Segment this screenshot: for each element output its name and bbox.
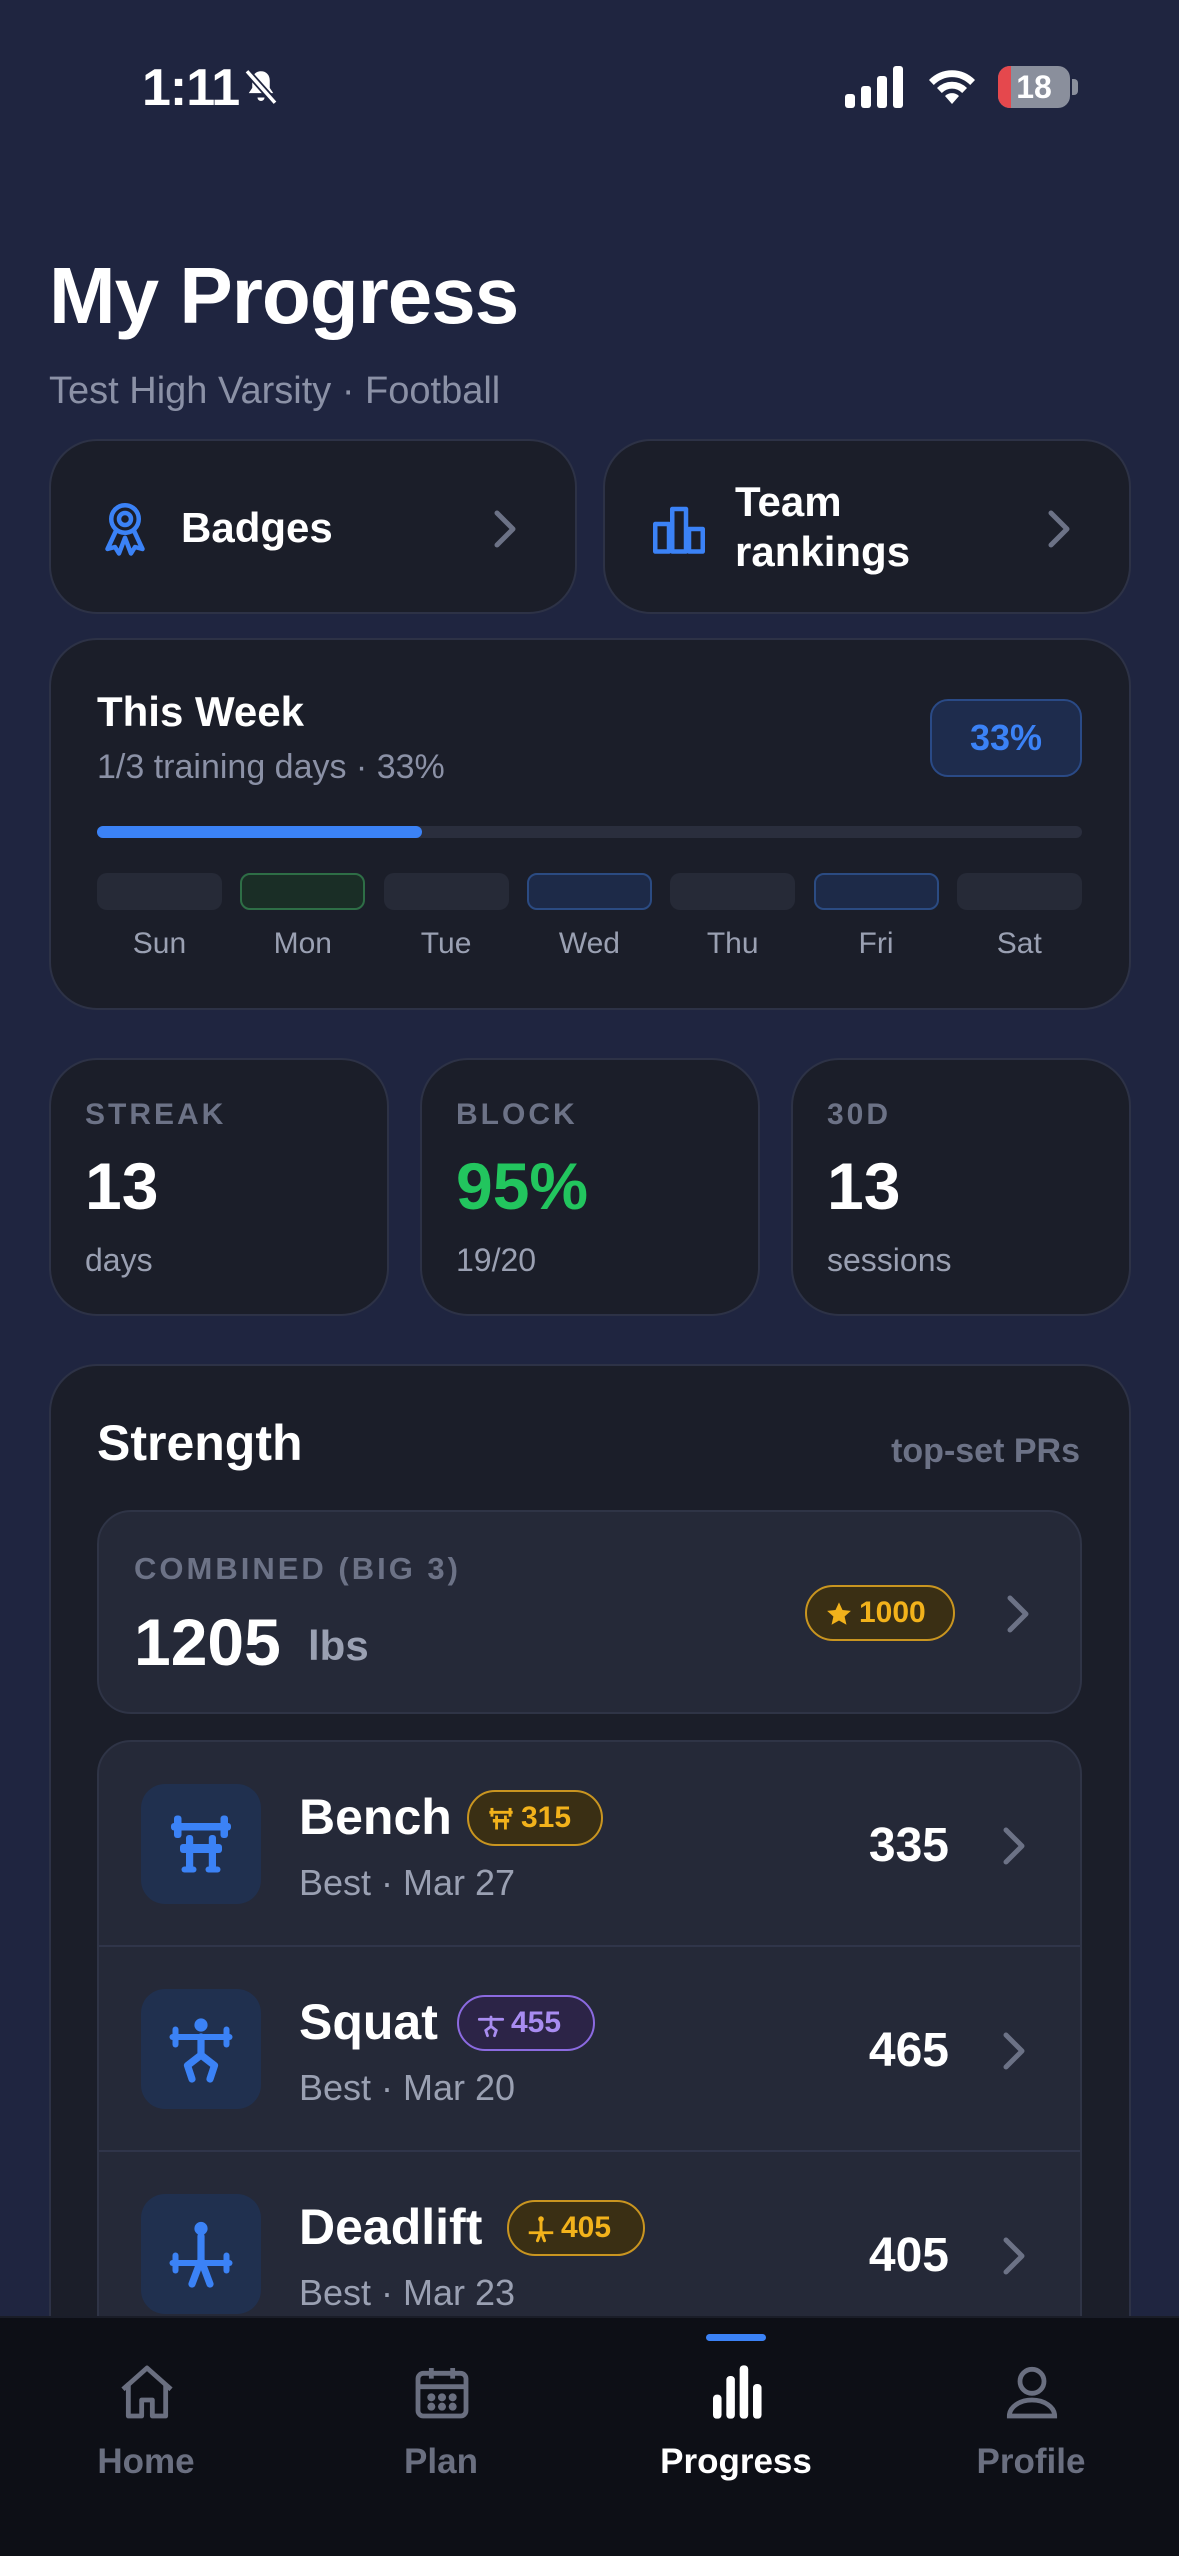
- lift-best-date: Best · Mar 20: [299, 2067, 516, 2108]
- tab-home-label: Home: [97, 2442, 195, 2481]
- lift-goal-value: 455: [511, 2006, 562, 2039]
- page-title: My Progress: [49, 251, 519, 340]
- day-indicator-sun: [97, 873, 222, 910]
- week-percent-badge: 33%: [930, 699, 1082, 777]
- day-label: Thu: [706, 927, 759, 960]
- combined-goal-value: 1000: [859, 1596, 926, 1629]
- lift-goal-badge: 315: [467, 1790, 603, 1846]
- lift-goal-value: 405: [561, 2211, 612, 2244]
- badges-label: Badges: [181, 504, 333, 551]
- lift-name: Bench: [299, 1789, 452, 1845]
- chevron-right-icon: [494, 510, 516, 548]
- streak-sub: days: [85, 1242, 153, 1278]
- day-label: Fri: [858, 927, 894, 960]
- combined-label: COMBINED (BIG 3): [134, 1551, 461, 1586]
- day-indicator-sat: [956, 873, 1082, 910]
- active-tab-indicator: [706, 2334, 766, 2341]
- bench-press-icon: [489, 1807, 513, 1830]
- day-label: Sat: [996, 927, 1042, 960]
- team-rankings-link-card[interactable]: Team rankings: [603, 439, 1131, 614]
- thirty-day-label: 30D: [827, 1098, 892, 1131]
- tab-home[interactable]: Home: [31, 2360, 261, 2510]
- lift-icon-tile: [141, 2194, 261, 2314]
- team-rankings-label: Team rankings: [735, 478, 911, 575]
- day-label: Wed: [558, 927, 620, 960]
- battery-level: 18: [1016, 69, 1052, 105]
- lift-best-date: Best · Mar 27: [299, 1862, 516, 1903]
- lift-name: Squat: [299, 1994, 438, 2050]
- strength-note: top-set PRs: [891, 1432, 1080, 1470]
- this-week-title: This Week: [97, 688, 304, 735]
- lift-icon-tile: [141, 1784, 261, 1904]
- squat-icon: [169, 2018, 233, 2083]
- chevron-right-icon: [1003, 1827, 1025, 1865]
- tab-plan[interactable]: Plan: [326, 2360, 556, 2510]
- lift-best-date: Best · Mar 23: [299, 2272, 516, 2313]
- tab-profile[interactable]: Profile: [916, 2360, 1146, 2510]
- combined-goal-badge: 1000: [805, 1585, 955, 1641]
- bar-chart-icon: [713, 2365, 762, 2419]
- day-label: Sun: [132, 927, 187, 960]
- day-indicator-tue: [383, 873, 509, 910]
- tab-plan-label: Plan: [404, 2442, 478, 2481]
- day-indicator-fri: [813, 873, 939, 910]
- bar-chart-icon: [653, 506, 705, 554]
- home-icon: [121, 2365, 173, 2419]
- day-indicator-thu: [670, 873, 796, 910]
- combined-unit: lbs: [308, 1622, 369, 1669]
- week-progress-fill: [97, 826, 423, 838]
- chevron-right-icon: [1048, 510, 1070, 548]
- strength-title: Strength: [97, 1415, 303, 1471]
- lift-best-value: 405: [868, 2229, 949, 2282]
- wifi-icon: [929, 70, 975, 104]
- badges-link-card[interactable]: Badges: [49, 439, 577, 614]
- lift-goal-badge: 405: [507, 2200, 645, 2256]
- award-ribbon-icon: [105, 503, 145, 556]
- this-week-subtitle: 1/3 training days · 33%: [97, 748, 445, 786]
- combined-value: 1205: [134, 1605, 281, 1679]
- tab-progress[interactable]: Progress: [621, 2360, 851, 2510]
- star-icon: [827, 1602, 851, 1625]
- deadlift-icon: [169, 2221, 233, 2288]
- streak-value: 13: [85, 1149, 159, 1223]
- thirty-day-value: 13: [827, 1149, 901, 1223]
- lift-goal-value: 315: [521, 1801, 572, 1834]
- lift-best-value: 335: [868, 1819, 949, 1872]
- lift-row-bench[interactable]: Bench 315 Best · Mar 27 335: [99, 1742, 1080, 1947]
- cellular-signal-icon: [845, 66, 903, 108]
- page-subtitle: Test High Varsity · Football: [49, 370, 501, 412]
- block-sub: 19/20: [456, 1242, 537, 1278]
- lift-goal-badge: 455: [457, 1995, 595, 2051]
- status-time: 1:11: [142, 59, 240, 117]
- tab-profile-label: Profile: [976, 2442, 1086, 2481]
- calendar-icon: [415, 2368, 469, 2419]
- day-label: Mon: [273, 927, 332, 960]
- thirty-day-sub: sessions: [827, 1242, 952, 1278]
- lift-icon-tile: [141, 1989, 261, 2109]
- day-indicator-mon: [240, 873, 366, 910]
- streak-label: STREAK: [85, 1098, 227, 1131]
- chevron-right-icon: [1003, 2032, 1025, 2070]
- lift-best-value: 465: [868, 2024, 949, 2077]
- bell-muted-icon: [244, 68, 278, 106]
- tab-progress-label: Progress: [660, 2442, 812, 2481]
- lift-row-squat[interactable]: Squat 455 Best · Mar 20 465: [99, 1947, 1080, 2152]
- deadlift-icon: [528, 2216, 554, 2243]
- chevron-right-icon: [1007, 1595, 1029, 1633]
- squat-icon: [477, 2015, 505, 2038]
- lift-name: Deadlift: [299, 2199, 483, 2255]
- chevron-right-icon: [1003, 2237, 1025, 2275]
- person-icon: [1006, 2366, 1058, 2419]
- bench-press-icon: [171, 1815, 231, 1873]
- block-value: 95%: [456, 1149, 589, 1223]
- block-label: BLOCK: [456, 1098, 578, 1131]
- week-progress-bar: [97, 826, 1082, 838]
- day-indicator-wed: [526, 873, 652, 910]
- day-label: Tue: [420, 927, 472, 960]
- battery-indicator: 18: [998, 66, 1078, 108]
